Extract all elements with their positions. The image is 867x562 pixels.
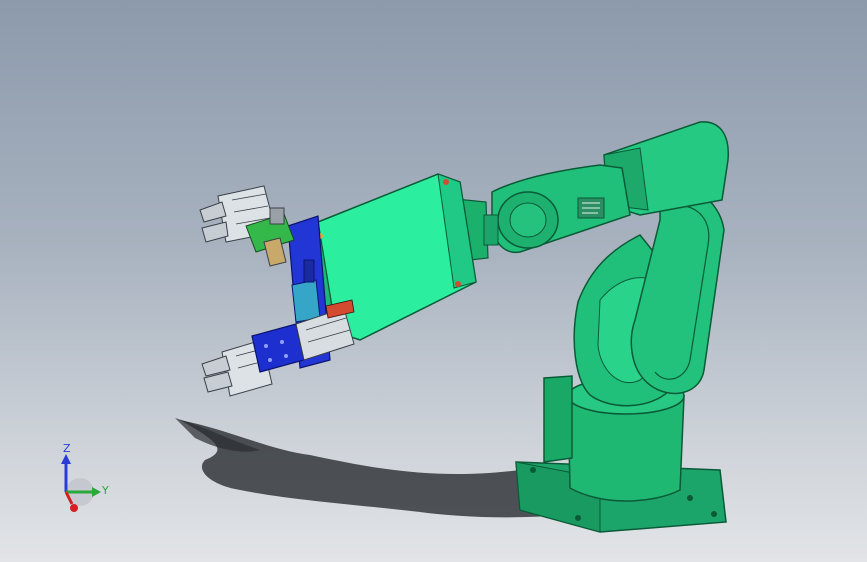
reference-triad[interactable]: Z Y [44,440,124,520]
graphics-viewport[interactable]: Z Y [0,0,867,562]
y-axis-label: Y [102,484,109,497]
triad-graphic [61,454,101,512]
model-shadow-finger [175,418,260,452]
3d-model-scene[interactable] [0,0,867,562]
upper-gripper[interactable] [199,185,295,267]
y-axis-arrow-icon [92,487,101,497]
x-axis-arrow-icon [70,504,78,512]
robot-upper-arm[interactable] [630,183,725,395]
z-axis-label: Z [63,442,71,455]
z-axis-arrow-icon [61,454,71,464]
lower-gripper[interactable] [201,299,355,397]
robot-forearm[interactable] [491,164,631,253]
